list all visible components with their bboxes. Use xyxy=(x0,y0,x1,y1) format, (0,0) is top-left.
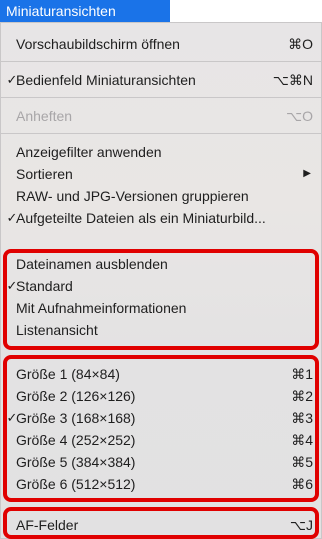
menu-item-size-1[interactable]: Größe 1 (84×84) ⌘1 xyxy=(1,363,322,385)
menu-item-label: RAW- und JPG-Versionen gruppieren xyxy=(16,188,249,204)
shortcut-label: ⌥O xyxy=(285,108,313,124)
menu-item-label: Größe 6 (512×512) xyxy=(16,476,136,492)
menu-item-size-4[interactable]: Größe 4 (252×252) ⌘4 xyxy=(1,429,322,451)
menu-item-label: Größe 1 (84×84) xyxy=(16,366,120,382)
menu-item-label: Standard xyxy=(16,278,73,294)
menu-item-label: Größe 5 (384×384) xyxy=(16,454,136,470)
shortcut-label: ⌘3 xyxy=(291,410,313,426)
shortcut-label: ⌘2 xyxy=(291,388,313,404)
menu-item-label: Dateinamen ausblenden xyxy=(16,256,168,272)
shortcut-label: ⌘1 xyxy=(291,366,313,382)
menu-item-group-raw-jpg[interactable]: RAW- und JPG-Versionen gruppieren xyxy=(1,185,322,207)
menu-item-standard[interactable]: ✓ Standard xyxy=(1,275,322,297)
menu-separator xyxy=(1,61,322,62)
menu-item-label: Größe 2 (126×126) xyxy=(16,388,136,404)
submenu-arrow-icon: ▶ xyxy=(303,168,311,179)
menu-item-hide-filenames[interactable]: Dateinamen ausblenden xyxy=(1,253,322,275)
menu-separator xyxy=(1,97,322,98)
menu-item-apply-filter[interactable]: Anzeigefilter anwenden xyxy=(1,141,322,163)
shortcut-label: ⌘O xyxy=(288,36,313,52)
shortcut-label: ⌘6 xyxy=(291,476,313,492)
menu-separator xyxy=(1,133,322,134)
shortcut-label: ⌥J xyxy=(289,517,313,533)
menu-item-size-3[interactable]: ✓ Größe 3 (168×168) ⌘3 xyxy=(1,407,322,429)
menu-item-list-view[interactable]: Listenansicht xyxy=(1,319,322,341)
menu-item-af-points[interactable]: AF-Felder ⌥J xyxy=(1,514,322,536)
menu-item-sort[interactable]: Sortieren ▶ xyxy=(1,163,322,185)
thumbnails-menu: Vorschaubildschirm öffnen ⌘O ✓ Bedienfel… xyxy=(0,22,322,539)
menu-item-thumbnail-panel[interactable]: ✓ Bedienfeld Miniaturansichten ⌥⌘N xyxy=(1,69,322,91)
shortcut-label: ⌥⌘N xyxy=(272,72,313,88)
menu-item-label: Mit Aufnahmeinformationen xyxy=(16,300,187,316)
menu-title[interactable]: Miniaturansichten xyxy=(0,0,170,22)
shortcut-label: ⌘5 xyxy=(291,454,313,470)
menu-item-pin[interactable]: Anheften ⌥O xyxy=(1,105,322,127)
menu-item-label: Bedienfeld Miniaturansichten xyxy=(16,72,196,88)
menu-item-split-files[interactable]: ✓ Aufgeteilte Dateien als ein Miniaturbi… xyxy=(1,207,322,229)
menu-item-size-5[interactable]: Größe 5 (384×384) ⌘5 xyxy=(1,451,322,473)
menu-item-label: Listenansicht xyxy=(16,322,98,338)
menu-item-label: Anzeigefilter anwenden xyxy=(16,144,162,160)
menu-item-label: Anheften xyxy=(16,108,73,124)
shortcut-label: ⌘4 xyxy=(291,432,313,448)
menu-item-size-2[interactable]: Größe 2 (126×126) ⌘2 xyxy=(1,385,322,407)
menu-item-label: Größe 4 (252×252) xyxy=(16,432,136,448)
menu-item-label: Vorschaubildschirm öffnen xyxy=(16,36,180,52)
menu-item-label: Größe 3 (168×168) xyxy=(16,410,136,426)
menu-item-label: AF-Felder xyxy=(16,517,79,533)
menu-item-label: Sortieren xyxy=(16,166,73,182)
menu-item-with-shooting-info[interactable]: Mit Aufnahmeinformationen xyxy=(1,297,322,319)
menu-item-open-preview[interactable]: Vorschaubildschirm öffnen ⌘O xyxy=(1,33,322,55)
menu-item-size-6[interactable]: Größe 6 (512×512) ⌘6 xyxy=(1,473,322,495)
menu-item-label: Aufgeteilte Dateien als ein Miniaturbild… xyxy=(16,210,266,226)
